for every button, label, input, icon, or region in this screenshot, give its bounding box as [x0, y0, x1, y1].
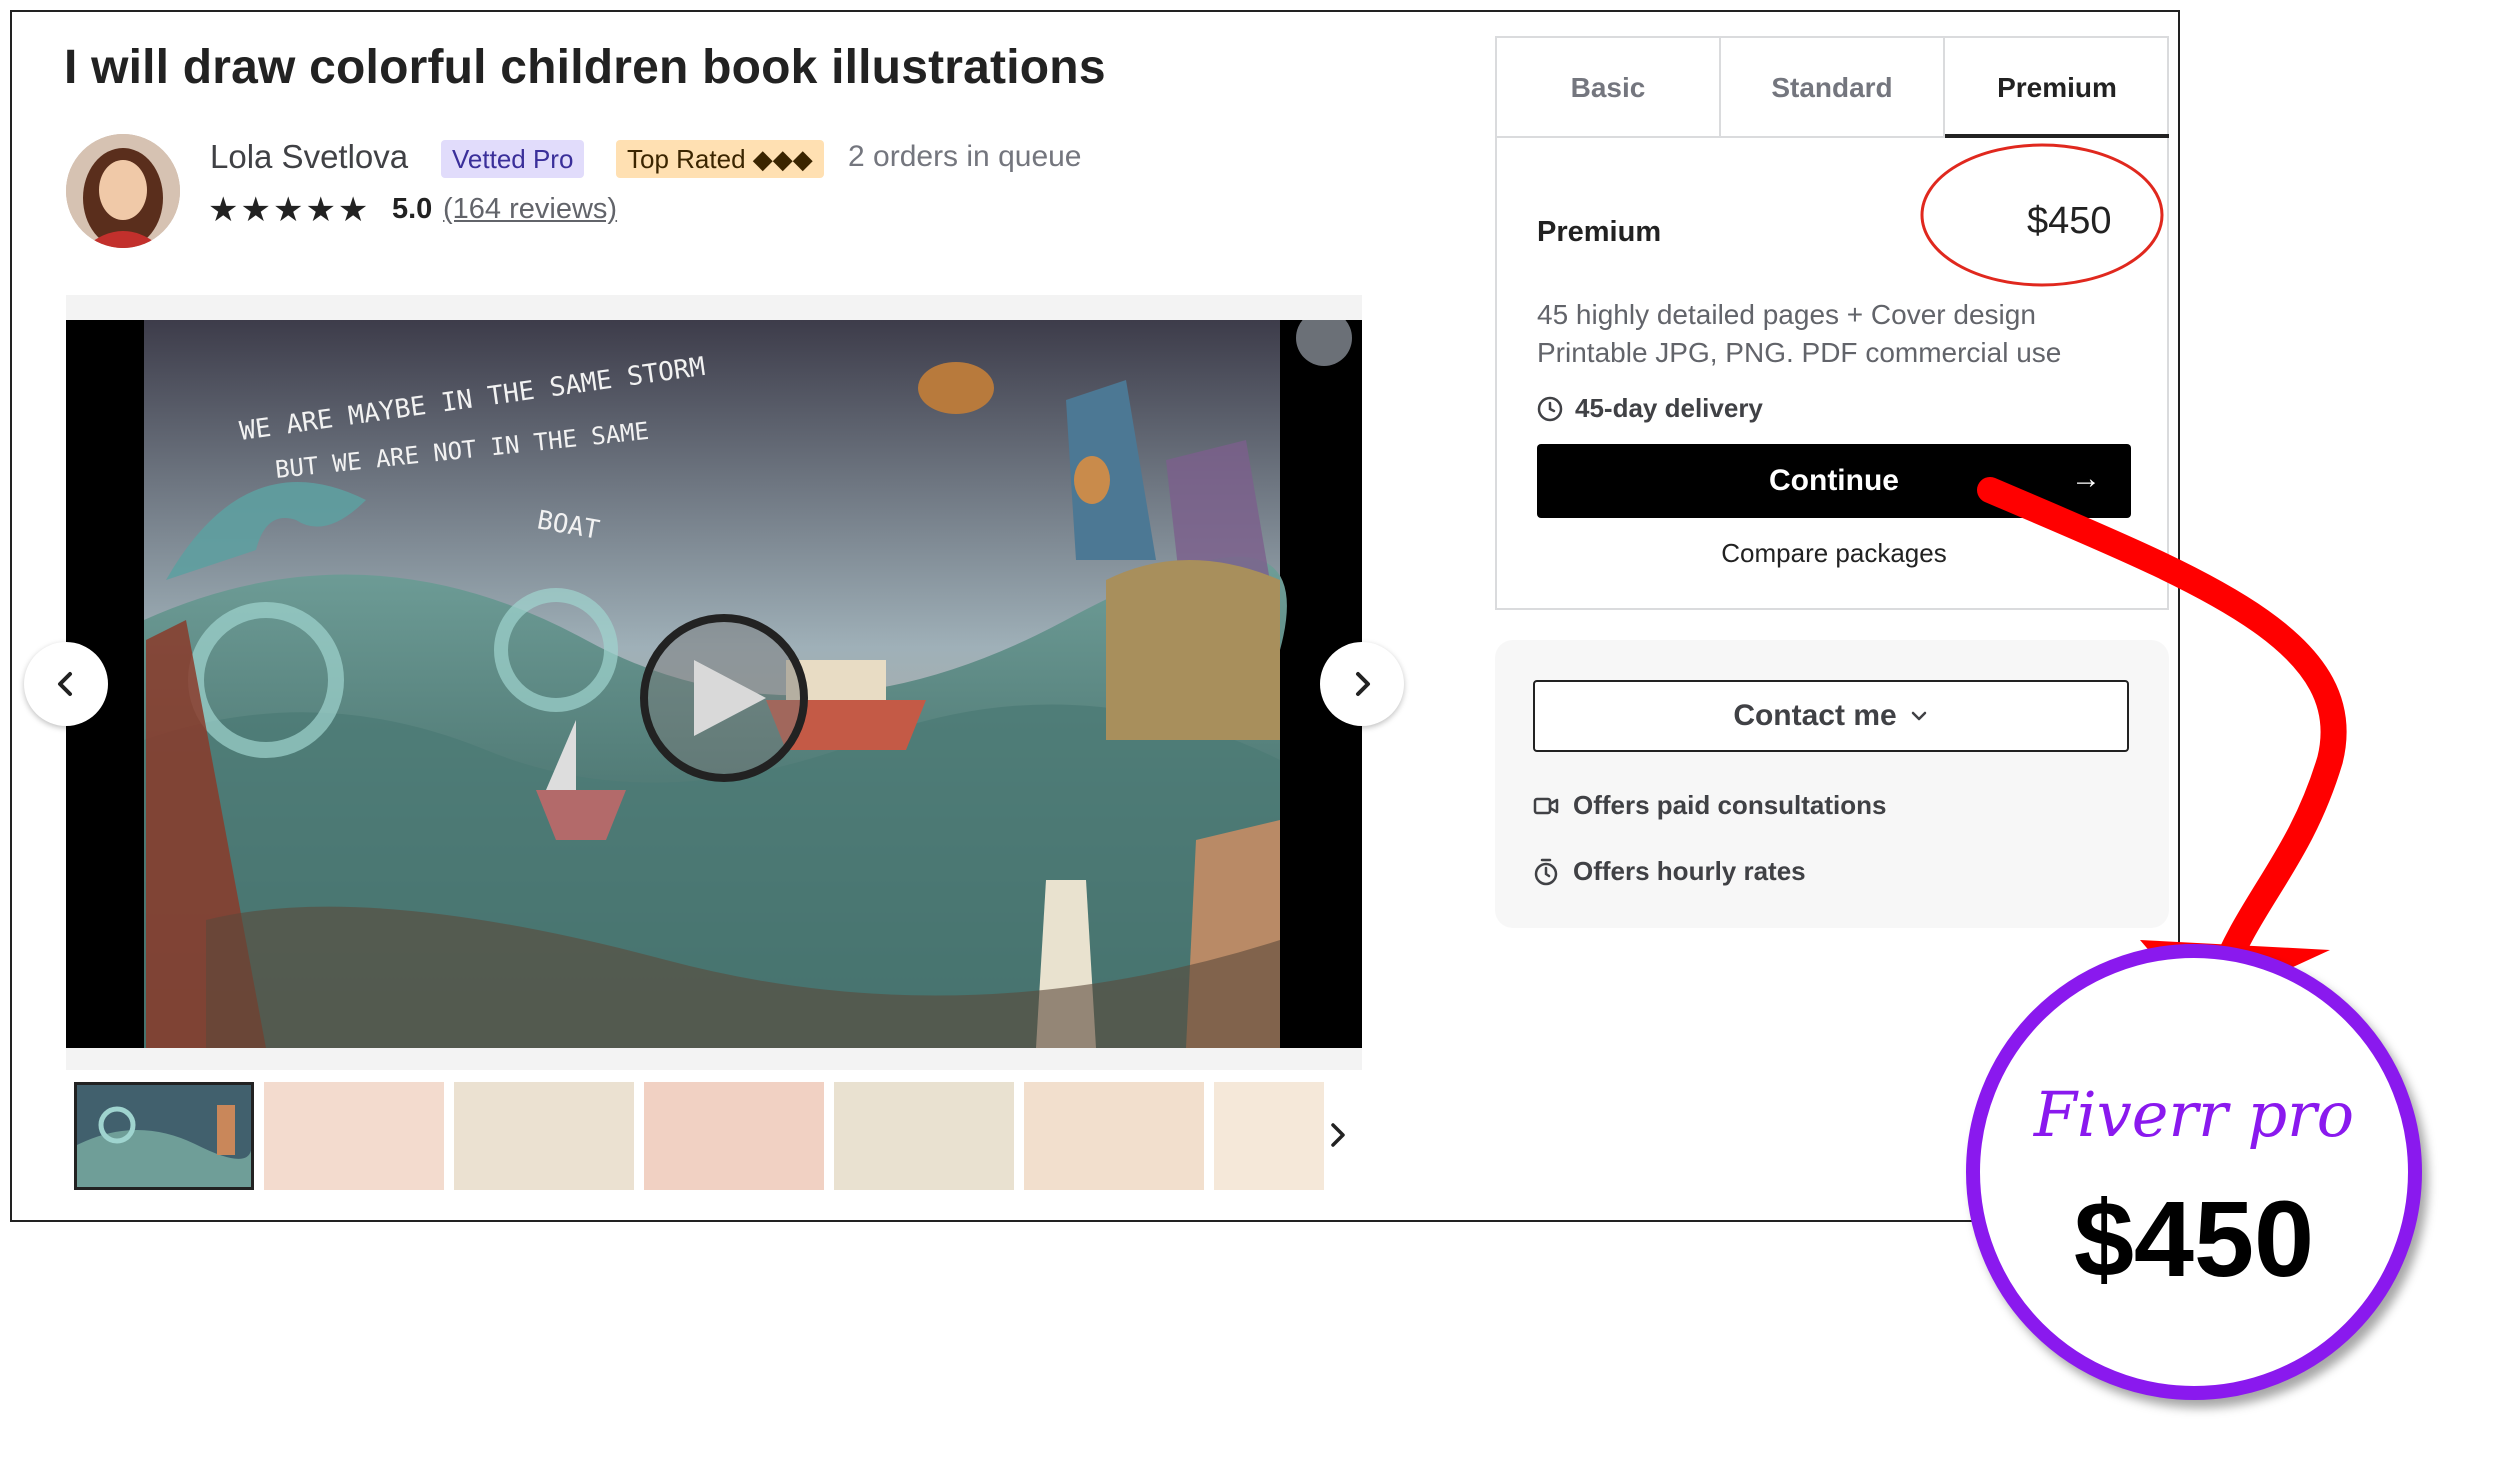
- delivery-time: 45-day delivery: [1537, 393, 1763, 424]
- thumbnail-2[interactable]: [264, 1082, 444, 1190]
- chevron-right-icon: [1331, 1123, 1345, 1147]
- thumbnail-3[interactable]: [454, 1082, 634, 1190]
- fiverr-pro-price: $450: [2073, 1178, 2315, 1299]
- thumbnail-5[interactable]: [834, 1082, 1014, 1190]
- continue-button[interactable]: Continue →: [1537, 444, 2131, 518]
- tab-basic[interactable]: Basic: [1497, 38, 1721, 138]
- clock-icon: [1537, 396, 1563, 421]
- thumbnail-strip: [74, 1082, 1362, 1190]
- package-name: Premium: [1537, 216, 1662, 248]
- delivery-label: 45-day delivery: [1575, 393, 1763, 423]
- package-panel: Basic Standard Premium Premium $450 45 h…: [1495, 36, 2169, 610]
- seller-avatar[interactable]: [66, 134, 180, 248]
- offer-label: Offers paid consultations: [1573, 790, 1887, 820]
- star-rating-icons: ★★★★★: [208, 191, 371, 229]
- orders-in-queue: 2 orders in queue: [848, 140, 1082, 173]
- compare-packages-link[interactable]: Compare packages: [1497, 538, 2171, 569]
- tab-standard[interactable]: Standard: [1721, 38, 1945, 138]
- video-illustration: WE ARE MAYBE IN THE SAME STORM BUT WE AR…: [66, 320, 1362, 1048]
- reviews-link[interactable]: (164 reviews): [443, 193, 617, 226]
- top-rated-badge: Top Rated ◆◆◆: [616, 140, 824, 178]
- fiverr-pro-price-callout: Fiverr pro $450: [1966, 944, 2422, 1400]
- thumbnail-6[interactable]: [1024, 1082, 1204, 1190]
- thumbnail-next-button[interactable]: [1326, 1120, 1350, 1158]
- package-description-line: Printable JPG, PNG. PDF commercial use: [1537, 337, 2062, 368]
- gallery-prev-button[interactable]: [24, 642, 108, 726]
- gallery-video[interactable]: WE ARE MAYBE IN THE SAME STORM BUT WE AR…: [66, 320, 1362, 1048]
- package-description-line: 45 highly detailed pages + Cover design: [1537, 299, 2036, 330]
- vetted-pro-badge: Vetted Pro: [441, 140, 585, 178]
- gallery-next-button[interactable]: [1320, 642, 1404, 726]
- rating-value: 5.0: [392, 193, 433, 225]
- package-description: 45 highly detailed pages + Cover design …: [1537, 296, 2137, 372]
- contact-me-label: Contact me: [1733, 699, 1897, 732]
- continue-label: Continue: [1769, 464, 1899, 497]
- offer-label: Offers hourly rates: [1573, 856, 1806, 886]
- thumbnail-7[interactable]: [1214, 1082, 1324, 1190]
- arrow-right-icon: →: [2071, 462, 2101, 495]
- chevron-right-icon: [1356, 672, 1370, 696]
- fiverr-pro-label: Fiverr pro: [2033, 1078, 2355, 1151]
- tab-premium[interactable]: Premium: [1945, 38, 2169, 138]
- price-highlight-ring: [1920, 143, 2164, 287]
- gig-title: I will draw colorful children book illus…: [64, 41, 1106, 94]
- seller-name-link[interactable]: Lola Svetlova: [210, 138, 408, 176]
- thumbnail-4[interactable]: [644, 1082, 824, 1190]
- offer-paid-consultations: Offers paid consultations: [1533, 790, 1887, 821]
- video-camera-icon: [1533, 797, 1559, 814]
- chevron-left-icon: [58, 672, 72, 696]
- contact-me-button[interactable]: Contact me: [1533, 680, 2129, 752]
- offer-hourly-rates: Offers hourly rates: [1533, 856, 1806, 887]
- thumbnail-1[interactable]: [74, 1082, 254, 1190]
- chevron-down-icon: [1911, 711, 1926, 721]
- stopwatch-icon: [1534, 858, 1558, 885]
- contact-panel: Contact me Offers paid consultations Off…: [1495, 640, 2169, 928]
